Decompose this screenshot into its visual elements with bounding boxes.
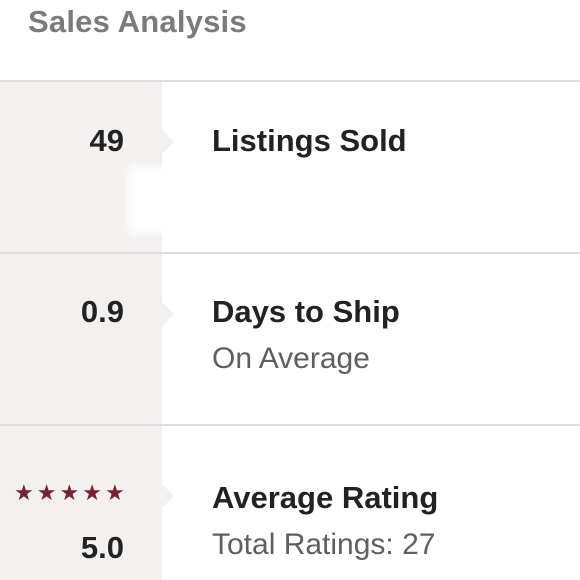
average-rating-value: 5.0 (80, 530, 124, 565)
panel-notch (162, 484, 174, 508)
rating-stars: ★ ★ ★ ★ ★ (14, 482, 125, 504)
sales-analysis-panel: Sales Analysis 49 Listings Sold 0.9 Days… (0, 0, 580, 580)
page-title: Sales Analysis (28, 4, 247, 39)
listings-sold-value: 49 (89, 123, 124, 158)
star-icon: ★ (82, 480, 102, 505)
star-icon: ★ (59, 480, 80, 505)
panel-notch (162, 302, 174, 326)
star-icon: ★ (36, 480, 57, 505)
header: Sales Analysis (0, 0, 580, 80)
days-to-ship-value: 0.9 (80, 294, 124, 329)
listings-sold-title: Listings Sold (212, 123, 407, 158)
days-to-ship-subtitle: On Average (212, 342, 370, 375)
panel-notch (162, 130, 174, 154)
redacted-area (128, 166, 580, 234)
days-to-ship-title: Days to Ship (212, 294, 400, 329)
average-rating-title: Average Rating (212, 480, 439, 515)
stat-row-days-to-ship: 0.9 Days to Ship On Average (0, 254, 580, 424)
stat-value-panel (0, 254, 162, 424)
star-icon: ★ (104, 480, 125, 505)
star-icon: ★ (14, 480, 34, 505)
average-rating-subtitle: Total Ratings: 27 (212, 528, 436, 561)
